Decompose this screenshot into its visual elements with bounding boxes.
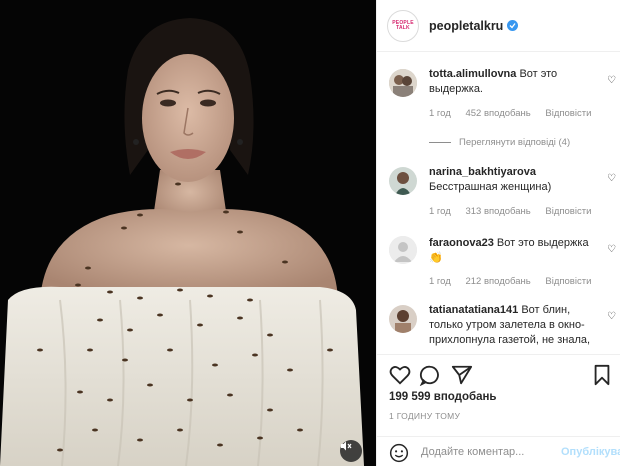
commenter-avatar[interactable]: [389, 236, 417, 264]
view-replies-label: Переглянути відповіді (4): [459, 137, 571, 148]
comment-bubble-icon[interactable]: [419, 364, 441, 386]
post-header: PEOPLE TALK peopletalkru: [377, 0, 620, 52]
view-replies-link[interactable]: Переглянути відповіді (4): [429, 137, 570, 148]
comment-body: Бесстрашная женщина): [429, 181, 552, 193]
bookmark-icon[interactable]: [591, 364, 613, 386]
post-actions: 199 599 вподобань 1 ГОДИНУ ТОМУ: [377, 354, 620, 434]
comment-username[interactable]: narina_bakhtiyarova: [429, 165, 605, 180]
commenter-avatar[interactable]: [389, 167, 417, 195]
comment-text: tatianatatiana141 Вот блин, только утром…: [429, 303, 605, 348]
post-timestamp[interactable]: 1 ГОДИНУ ТОМУ: [389, 411, 460, 421]
comment-likes[interactable]: 313 вподобань: [465, 206, 530, 217]
heart-icon[interactable]: [389, 364, 411, 386]
comment-reply-link[interactable]: Відповісти: [545, 206, 591, 217]
comment-like-heart-icon[interactable]: ♡: [607, 311, 616, 322]
instagram-post: PEOPLE TALK peopletalkru totta.alimullov…: [0, 0, 620, 466]
speaker-muted-icon: [341, 441, 352, 451]
mute-toggle-button[interactable]: [340, 440, 362, 462]
account-avatar[interactable]: PEOPLE TALK: [387, 9, 419, 42]
comment-like-heart-icon[interactable]: ♡: [607, 173, 616, 184]
emoji-smile-icon[interactable]: [389, 443, 409, 463]
commenter-avatar[interactable]: [389, 305, 417, 333]
comment-like-heart-icon[interactable]: ♡: [607, 244, 616, 255]
comments-list[interactable]: totta.alimullovna Вот это выдержка. ♡ 1 …: [377, 53, 620, 353]
comment-input[interactable]: [421, 442, 549, 462]
publish-button[interactable]: Опублікувати: [561, 446, 620, 458]
comment-likes[interactable]: 452 вподобань: [465, 108, 530, 119]
divider-line: [429, 142, 451, 143]
post-photo: [0, 0, 376, 466]
comment-reply-link[interactable]: Відповісти: [545, 108, 591, 119]
comment-meta: 1 год 313 вподобань Відповісти: [429, 206, 603, 217]
comment-username[interactable]: tatianatatiana141: [429, 304, 518, 316]
likes-count[interactable]: 199 599 вподобань: [389, 391, 497, 403]
comment-like-heart-icon[interactable]: ♡: [607, 75, 616, 86]
comment-meta: 1 год 212 вподобань Відповісти: [429, 276, 603, 287]
comment-text: totta.alimullovna Вот это выдержка.: [429, 67, 605, 97]
comment-likes[interactable]: 212 вподобань: [465, 276, 530, 287]
post-side-panel: PEOPLE TALK peopletalkru totta.alimullov…: [376, 0, 620, 466]
comment-text: narina_bakhtiyarova Бесстрашная женщина): [429, 165, 605, 195]
avatar-text-line2: TALK: [396, 24, 410, 31]
comment-time: 1 год: [429, 276, 451, 287]
comment-time: 1 год: [429, 206, 451, 217]
account-username[interactable]: peopletalkru: [429, 19, 503, 33]
verified-badge-icon: [507, 20, 519, 31]
comment-username[interactable]: totta.alimullovna: [429, 68, 516, 80]
comment-meta: 1 год 452 вподобань Відповісти: [429, 108, 603, 119]
add-comment-bar: Опублікувати: [377, 436, 620, 466]
paper-plane-icon[interactable]: [451, 364, 473, 386]
commenter-avatar[interactable]: [389, 69, 417, 97]
comment-username[interactable]: faraonova23: [429, 237, 494, 249]
comment-time: 1 год: [429, 108, 451, 119]
comment-reply-link[interactable]: Відповісти: [545, 276, 591, 287]
post-media[interactable]: [0, 0, 376, 466]
comment-text: faraonova23 Вот это выдержка 👏: [429, 236, 605, 266]
